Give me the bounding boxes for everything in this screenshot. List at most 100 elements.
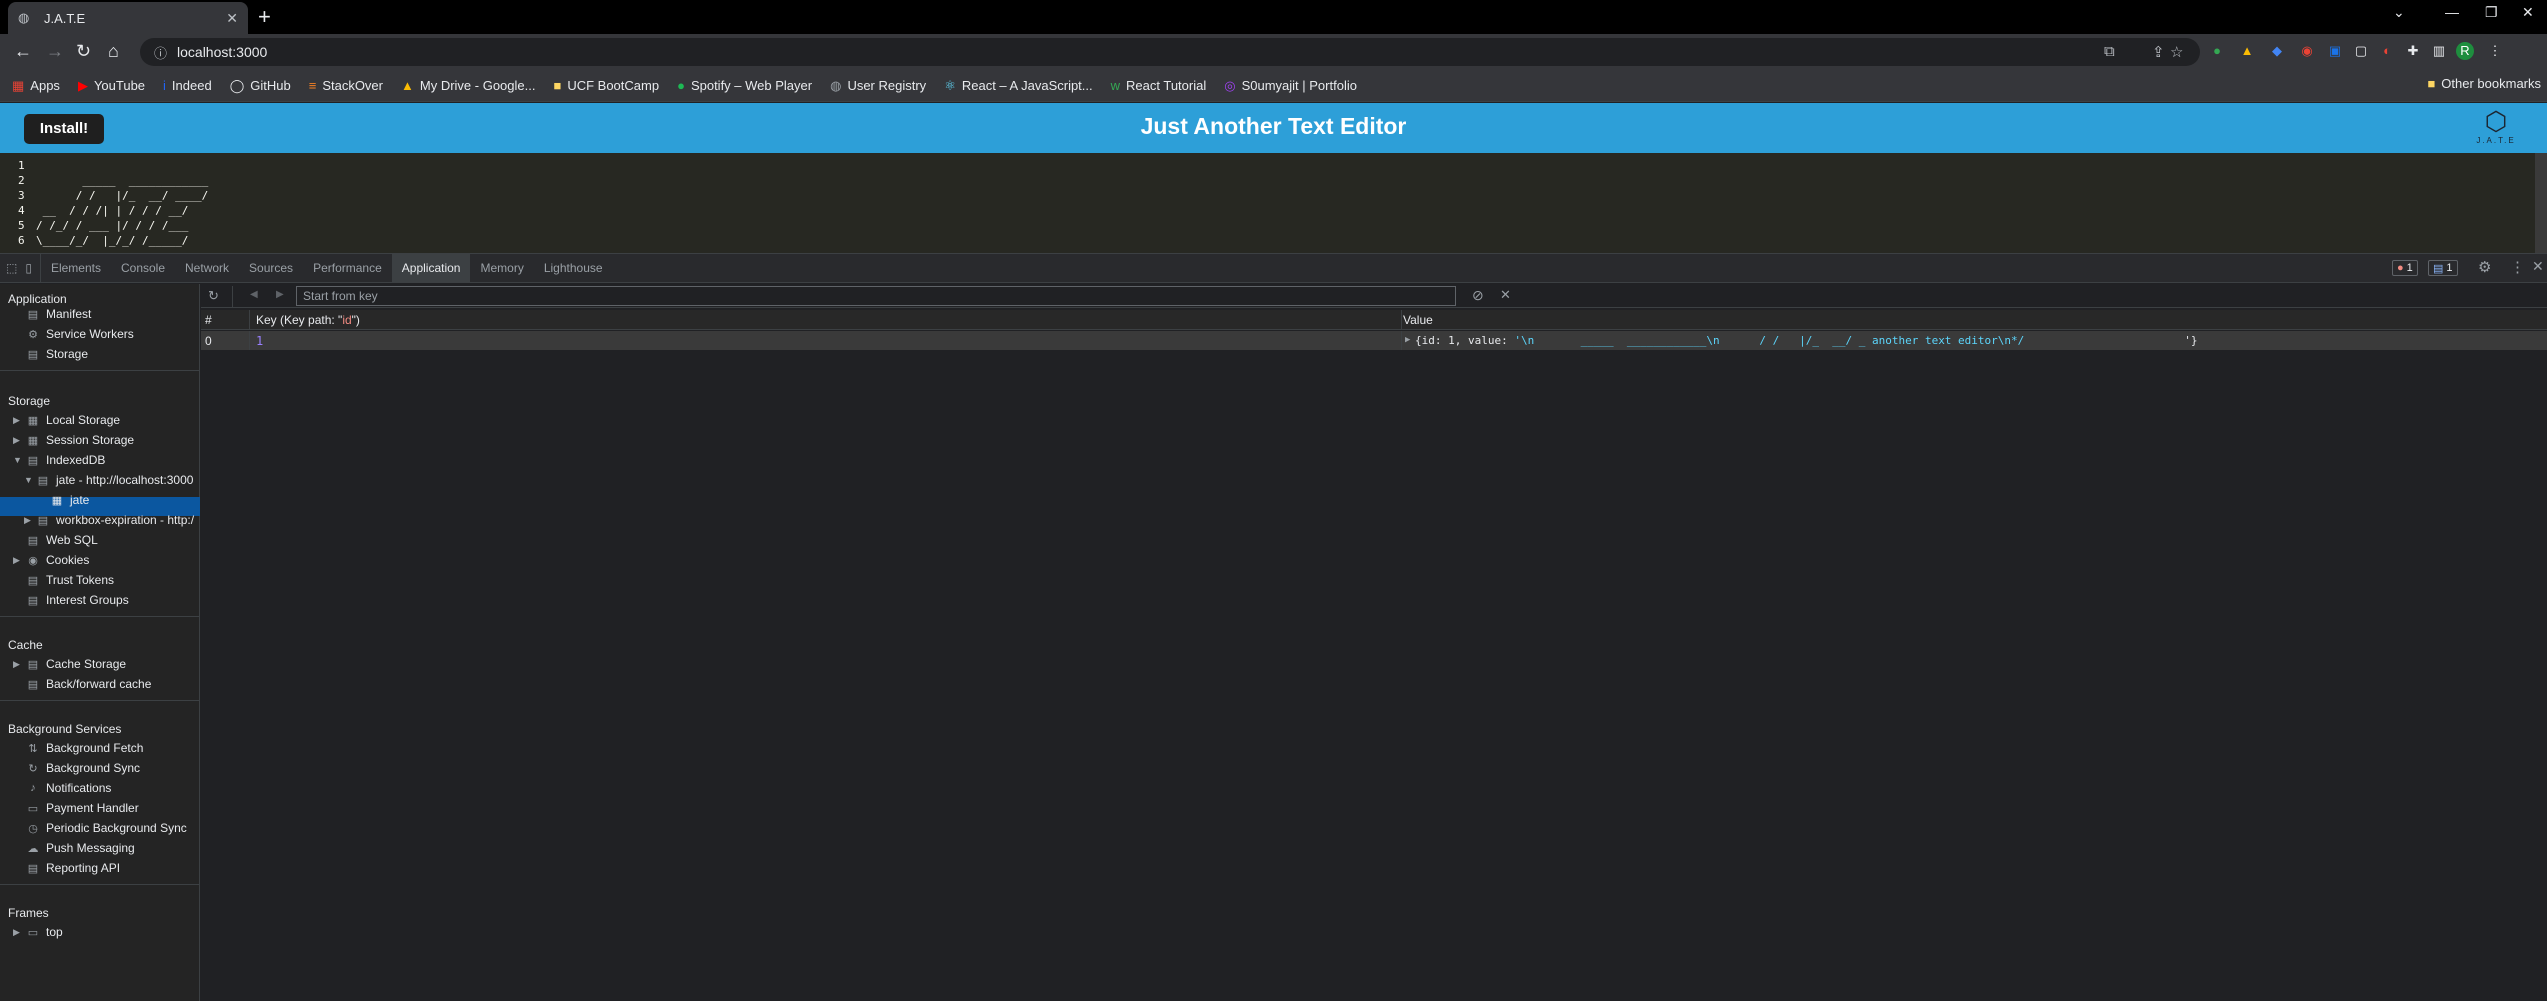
inspect-icon[interactable]: ⬚: [0, 253, 23, 283]
devtools-menu-icon[interactable]: ⋮: [2510, 258, 2525, 276]
sidebar-item-bfcache[interactable]: ▤ Back/forward cache: [26, 674, 152, 694]
tab-elements[interactable]: Elements: [41, 253, 111, 283]
menu-icon[interactable]: ⋮: [2486, 42, 2504, 60]
error-icon: ●: [2397, 262, 2404, 274]
sidebar-item-interest-groups[interactable]: ▤ Interest Groups: [26, 590, 129, 610]
bookmark-youtube[interactable]: ▶ YouTube: [78, 78, 145, 94]
info-icon[interactable]: ⓘ: [154, 43, 167, 62]
dropbox-icon[interactable]: ◆: [2268, 42, 2286, 60]
bookmark-portfolio[interactable]: ◎ S0umyajit | Portfolio: [1224, 78, 1357, 94]
minimize-button[interactable]: —: [2445, 4, 2459, 20]
other-bookmarks[interactable]: ■ Other bookmarks: [2427, 76, 2541, 91]
share-icon[interactable]: ⇪: [2152, 43, 2165, 61]
reload-icon[interactable]: ↻: [76, 42, 91, 60]
sidebar-icon[interactable]: ▥: [2430, 42, 2448, 60]
sidebar-item-background-sync[interactable]: ↻ Background Sync: [26, 758, 140, 778]
sidebar-item-jate-db[interactable]: ▤ jate - http://localhost:3000: [36, 470, 194, 490]
tab-application[interactable]: Application: [391, 253, 471, 283]
sidebar-item-cookies[interactable]: ◉ Cookies: [26, 550, 89, 570]
expand-arrow-icon[interactable]: ▶: [13, 659, 20, 670]
sidebar-item-jate-store[interactable]: ▦ jate: [50, 490, 90, 510]
back-icon[interactable]: ←: [14, 42, 32, 60]
address-bar[interactable]: ⓘ localhost:3000: [140, 38, 2200, 66]
puzzle-icon[interactable]: ✚: [2404, 42, 2422, 60]
collapse-arrow-icon[interactable]: ▼: [13, 455, 22, 465]
divider: [0, 616, 200, 617]
error-badge[interactable]: ● 1: [2392, 260, 2418, 276]
avatar[interactable]: R: [2456, 42, 2474, 60]
tab-lighthouse[interactable]: Lighthouse: [534, 253, 613, 283]
drive-icon[interactable]: ▲: [2238, 42, 2256, 60]
expand-arrow-icon[interactable]: ▶: [1405, 335, 1410, 345]
settings-gear-icon[interactable]: ⚙: [2478, 258, 2491, 276]
sidebar-item-service-workers[interactable]: ⚙ Service Workers: [26, 324, 134, 344]
star-icon[interactable]: ☆: [2170, 43, 2183, 61]
sidebar-item-cache-storage[interactable]: ▤ Cache Storage: [26, 654, 126, 674]
bookmark-drive[interactable]: ▲ My Drive - Google...: [401, 78, 535, 93]
sidebar-item-payment-handler[interactable]: ▭ Payment Handler: [26, 798, 139, 818]
sidebar-item-top-frame[interactable]: ▭ top: [26, 922, 63, 942]
new-tab-button[interactable]: +: [258, 6, 271, 28]
sidebar-item-periodic-sync[interactable]: ◷ Periodic Background Sync: [26, 818, 187, 838]
collapse-arrow-icon[interactable]: ▼: [24, 475, 33, 485]
extension-icon-2[interactable]: ▣: [2326, 42, 2344, 60]
next-page-icon[interactable]: ▶: [276, 289, 284, 300]
tab-console[interactable]: Console: [111, 253, 175, 283]
extension-icon-4[interactable]: ◐: [2378, 42, 2396, 60]
tab-sources[interactable]: Sources: [239, 253, 303, 283]
sidebar-item-trust-tokens[interactable]: ▤ Trust Tokens: [26, 570, 114, 590]
close-window-button[interactable]: ✕: [2522, 4, 2534, 21]
extension-icon[interactable]: ◉: [2298, 42, 2316, 60]
editor-scrollbar[interactable]: [2535, 153, 2547, 253]
sidebar-item-reporting-api[interactable]: ▤ Reporting API: [26, 858, 120, 878]
table-row[interactable]: 0 1 ▶ {id: 1, value: '\n _____ _________…: [201, 331, 2547, 350]
tab-performance[interactable]: Performance: [303, 253, 392, 283]
install-button[interactable]: Install!: [24, 114, 104, 144]
forward-icon[interactable]: →: [46, 42, 64, 60]
bookmark-stackoverflow[interactable]: ≡ StackOver: [309, 78, 383, 93]
sidebar-item-indexeddb[interactable]: ▤ IndexedDB: [26, 450, 106, 470]
restore-button[interactable]: ❐: [2485, 4, 2498, 21]
open-in-app-icon[interactable]: ⧉: [2104, 43, 2115, 60]
home-icon[interactable]: ⌂: [108, 42, 119, 60]
sidebar-item-storage[interactable]: ▤ Storage: [26, 344, 88, 364]
prev-page-icon[interactable]: ◀: [250, 289, 258, 300]
sidebar-item-session-storage[interactable]: ▦ Session Storage: [26, 430, 134, 450]
chevron-down-icon[interactable]: ⌄: [2393, 4, 2405, 21]
expand-arrow-icon[interactable]: ▶: [24, 515, 31, 526]
bookmark-spotify[interactable]: ● Spotify – Web Player: [677, 78, 812, 93]
extension-icon-3[interactable]: ▢: [2352, 42, 2370, 60]
expand-arrow-icon[interactable]: ▶: [13, 927, 20, 938]
sidebar-item-local-storage[interactable]: ▦ Local Storage: [26, 410, 120, 430]
expand-arrow-icon[interactable]: ▶: [13, 435, 20, 446]
bookmark-react[interactable]: ⚛ React – A JavaScript...: [944, 78, 1092, 94]
bookmark-user-registry[interactable]: ◍ User Registry: [830, 78, 926, 94]
sidebar-item-push-messaging[interactable]: ☁ Push Messaging: [26, 838, 135, 858]
sidebar-item-manifest[interactable]: ▤ Manifest: [26, 304, 92, 324]
code-editor[interactable]: 1 2 3 4 5 6 _____ ____________ / / |/_ _…: [0, 153, 2547, 253]
delete-selected-icon[interactable]: ✕: [1500, 287, 1511, 303]
close-icon[interactable]: ✕: [226, 10, 238, 27]
tab-memory[interactable]: Memory: [470, 253, 533, 283]
refresh-icon[interactable]: ↻: [208, 288, 219, 304]
browser-tab[interactable]: ◍ J.A.T.E ✕: [8, 2, 248, 34]
bookmark-indeed[interactable]: i Indeed: [163, 78, 212, 93]
message-badge[interactable]: ▤ 1: [2428, 260, 2458, 276]
tab-network[interactable]: Network: [175, 253, 239, 283]
row-value[interactable]: {id: 1, value: '\n _____ ____________\n …: [1415, 334, 2198, 347]
bookmark-react-tutorial[interactable]: w React Tutorial: [1111, 78, 1207, 93]
device-toggle-icon[interactable]: ▯: [23, 253, 41, 283]
bookmark-apps[interactable]: ▦ Apps: [12, 78, 60, 94]
expand-arrow-icon[interactable]: ▶: [13, 415, 20, 426]
sidebar-item-notifications[interactable]: ♪ Notifications: [26, 778, 111, 798]
sidebar-item-workbox[interactable]: ▤ workbox-expiration - http:/: [36, 510, 194, 530]
sidebar-item-background-fetch[interactable]: ⇅ Background Fetch: [26, 738, 143, 758]
start-from-key-input[interactable]: Start from key: [296, 286, 1456, 306]
sidebar-item-web-sql[interactable]: ▤ Web SQL: [26, 530, 98, 550]
bookmark-ucf[interactable]: ■ UCF BootCamp: [553, 78, 659, 93]
expand-arrow-icon[interactable]: ▶: [13, 555, 20, 566]
grammarly-icon[interactable]: ●: [2208, 42, 2226, 60]
bookmark-github[interactable]: ◯ GitHub: [230, 78, 291, 94]
clear-store-icon[interactable]: ⊘: [1472, 287, 1484, 304]
close-devtools-icon[interactable]: ✕: [2532, 258, 2544, 275]
